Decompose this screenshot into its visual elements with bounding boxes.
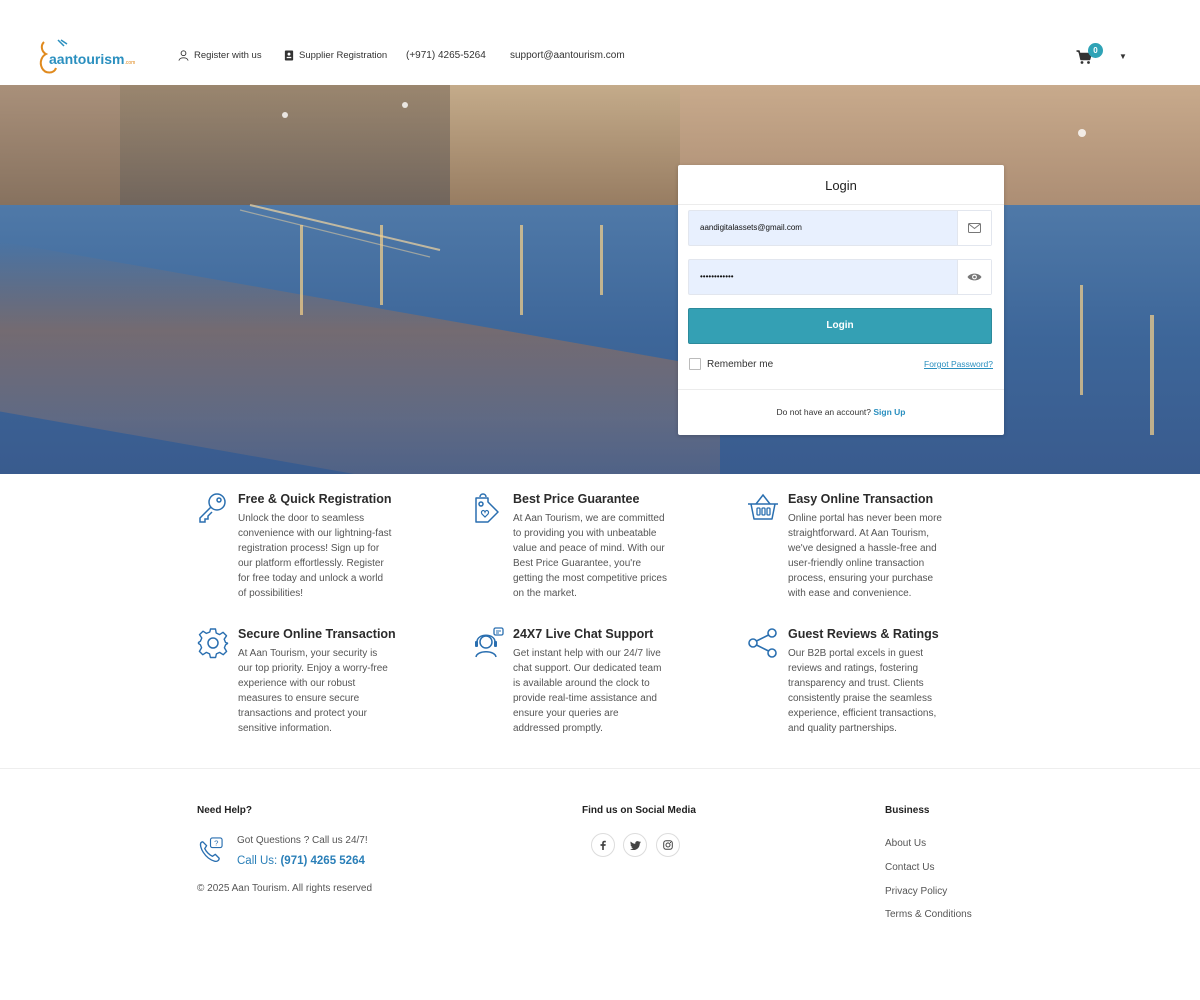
email-value: aandigitalassets@gmail.com bbox=[700, 223, 802, 232]
feature-title: Free & Quick Registration bbox=[238, 492, 392, 506]
gear-icon bbox=[197, 628, 229, 659]
login-button[interactable]: Login bbox=[688, 308, 992, 344]
no-account-text: Do not have an account? bbox=[776, 407, 872, 417]
twitter-icon bbox=[629, 840, 641, 850]
password-field[interactable]: •••••••••••• bbox=[688, 259, 992, 295]
feature-text: Get instant help with our 24/7 live chat… bbox=[513, 648, 662, 734]
privacy-policy-link[interactable]: Privacy Policy bbox=[885, 886, 947, 897]
signup-prompt: Do not have an account? Sign Up bbox=[678, 407, 1004, 417]
feature-text: Online portal has never been more straig… bbox=[788, 513, 942, 599]
instagram-button[interactable] bbox=[656, 833, 680, 857]
login-card: Login aandigitalassets@gmail.com •••••••… bbox=[678, 165, 1004, 435]
supplier-label: Supplier Registration bbox=[299, 50, 388, 61]
feature-title: Guest Reviews & Ratings bbox=[788, 627, 939, 641]
account-dropdown-caret-icon[interactable]: ▼ bbox=[1119, 52, 1127, 61]
login-footer-divider bbox=[678, 389, 1004, 390]
eye-icon bbox=[967, 273, 982, 281]
instagram-icon bbox=[663, 840, 673, 850]
help-question-text: Got Questions ? Call us 24/7! bbox=[237, 835, 368, 846]
register-link[interactable]: Register with us bbox=[178, 50, 262, 61]
facebook-icon bbox=[600, 840, 606, 850]
hero-lights bbox=[239, 102, 1154, 435]
terms-conditions-link[interactable]: Terms & Conditions bbox=[885, 909, 972, 920]
feature-text: Our B2B portal excels in guest reviews a… bbox=[788, 648, 937, 734]
call-number-link[interactable]: (971) 4265 5264 bbox=[280, 855, 364, 867]
show-password-toggle[interactable] bbox=[957, 260, 991, 294]
supplier-registration-link[interactable]: Supplier Registration bbox=[284, 50, 387, 61]
feature-title: Easy Online Transaction bbox=[788, 492, 934, 506]
email-link[interactable]: support@aantourism.com bbox=[510, 50, 625, 61]
feature-title: 24X7 Live Chat Support bbox=[513, 627, 654, 641]
user-icon bbox=[178, 50, 189, 61]
remember-me-label[interactable]: Remember me bbox=[707, 359, 773, 370]
email-field[interactable]: aandigitalassets@gmail.com bbox=[688, 210, 992, 246]
svg-text:?: ? bbox=[214, 839, 218, 848]
login-title: Login bbox=[825, 178, 857, 193]
call-prefix: Call Us: bbox=[237, 855, 278, 867]
copyright-text: © 2025 Aan Tourism. All rights reserved bbox=[197, 883, 373, 894]
feature-text: Unlock the door to seamless convenience … bbox=[238, 513, 392, 599]
call-us-line: Call Us: (971) 4265 5264 bbox=[237, 855, 365, 867]
feature-text: At Aan Tourism, we are committed to prov… bbox=[513, 513, 667, 599]
site-header: aantourism.com Register with us Supplier… bbox=[0, 0, 1200, 85]
cart-count-badge: 0 bbox=[1088, 43, 1103, 58]
share-icon bbox=[748, 628, 777, 658]
social-heading: Find us on Social Media bbox=[582, 805, 696, 816]
basket-icon bbox=[748, 493, 778, 520]
feature-text: At Aan Tourism, your security is our top… bbox=[238, 648, 388, 734]
login-divider bbox=[678, 204, 1004, 205]
facebook-button[interactable] bbox=[591, 833, 615, 857]
phone-help-icon: ? bbox=[199, 837, 223, 863]
about-us-link[interactable]: About Us bbox=[885, 838, 926, 849]
need-help-heading: Need Help? bbox=[197, 805, 253, 816]
password-value: •••••••••••• bbox=[700, 272, 734, 281]
logo-text: aantourism.com bbox=[49, 51, 136, 67]
twitter-button[interactable] bbox=[623, 833, 647, 857]
feature-title: Best Price Guarantee bbox=[513, 492, 640, 506]
hero-banner bbox=[0, 85, 1200, 474]
email-text: support@aantourism.com bbox=[510, 50, 625, 61]
price-tag-icon bbox=[475, 493, 499, 523]
footer-divider bbox=[0, 768, 1200, 769]
contact-us-link[interactable]: Contact Us bbox=[885, 862, 934, 873]
remember-me-checkbox[interactable] bbox=[689, 358, 701, 370]
business-heading: Business bbox=[885, 805, 930, 816]
brand-logo[interactable]: aantourism.com bbox=[36, 38, 136, 78]
phone-text: (+971) 4265-5264 bbox=[406, 50, 486, 61]
forgot-password-link[interactable]: Forgot Password? bbox=[924, 359, 993, 369]
email-icon-box bbox=[957, 211, 991, 245]
envelope-icon bbox=[968, 223, 981, 233]
register-label: Register with us bbox=[194, 50, 262, 61]
key-icon bbox=[199, 493, 226, 523]
support-agent-icon bbox=[475, 627, 504, 658]
id-card-icon bbox=[284, 50, 294, 61]
signup-link[interactable]: Sign Up bbox=[873, 407, 905, 417]
feature-title: Secure Online Transaction bbox=[238, 627, 396, 641]
phone-link[interactable]: (+971) 4265-5264 bbox=[406, 50, 486, 61]
